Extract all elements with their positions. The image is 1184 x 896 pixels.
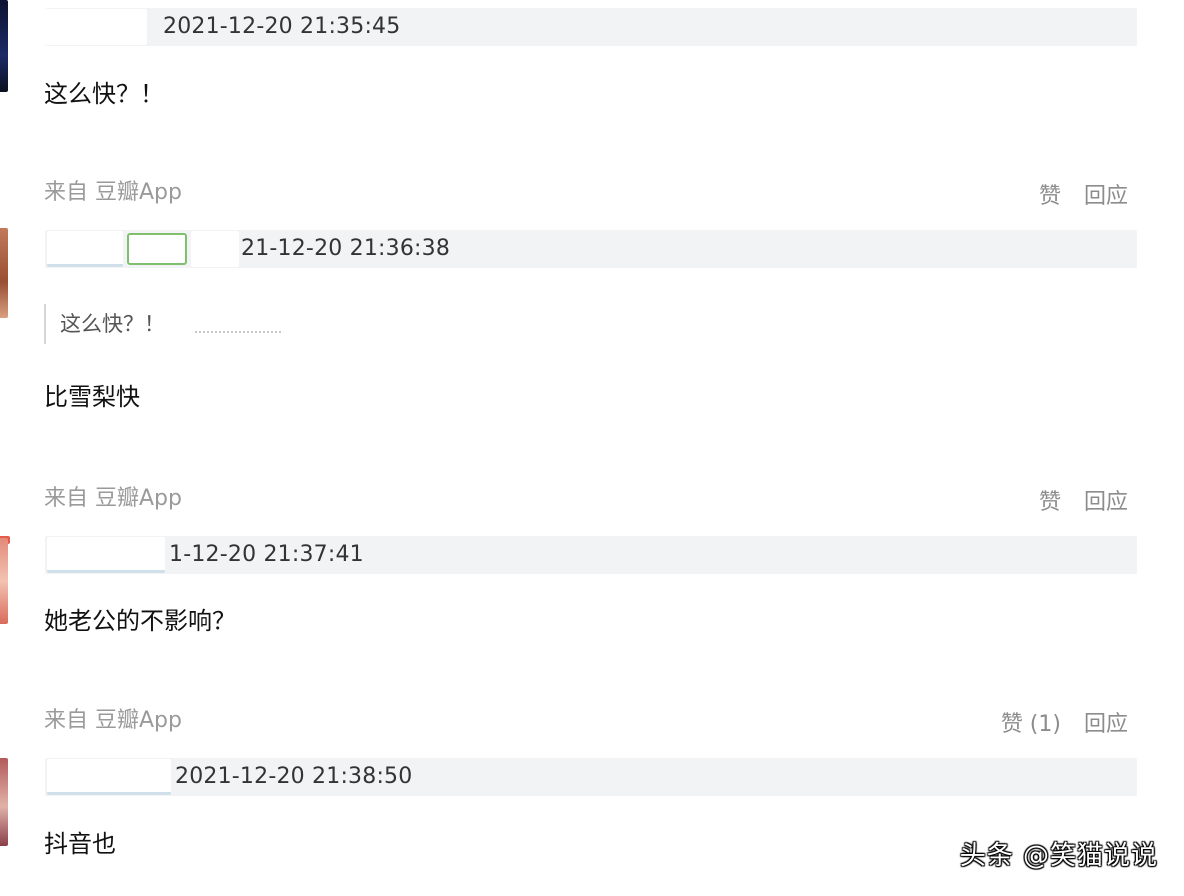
user-badge-redacted [127, 233, 187, 265]
comment-header: 21-12-20 21:36:38 [45, 230, 1137, 268]
avatar[interactable] [0, 0, 8, 92]
username-redacted [47, 759, 171, 795]
comment-actions: 赞 回应 [1023, 182, 1128, 212]
username-redacted [45, 9, 147, 45]
comment-header: 1-12-20 21:37:41 [45, 536, 1137, 574]
like-button[interactable]: 赞 [1039, 490, 1061, 515]
watermark-text: 头条 @笑猫说说 [959, 841, 1158, 871]
quoted-text: 这么快？！ [60, 312, 165, 336]
comment-source: 来自 豆瓣App [44, 486, 182, 511]
comment-header: 2021-12-20 21:38:50 [45, 758, 1137, 796]
comment-text: 她老公的不影响？ [44, 607, 236, 635]
like-button[interactable]: 赞 (1) [1001, 712, 1061, 737]
username-redacted [47, 537, 165, 573]
like-button[interactable]: 赞 [1039, 184, 1061, 209]
comment-timestamp: 2021-12-20 21:35:45 [163, 14, 401, 39]
comment-timestamp: 21-12-20 21:36:38 [241, 236, 451, 261]
username-redacted [47, 231, 123, 267]
reply-button[interactable]: 回应 [1084, 184, 1128, 209]
comment-source: 来自 豆瓣App [44, 708, 182, 733]
quoted-author-redacted [195, 317, 281, 333]
comment-actions: 赞 回应 [1023, 488, 1128, 518]
quoted-comment: 这么快？！ [44, 304, 281, 344]
avatar[interactable] [0, 758, 8, 846]
comment-text: 这么快？！ [44, 80, 164, 108]
avatar[interactable] [0, 228, 8, 318]
reply-button[interactable]: 回应 [1084, 490, 1128, 515]
avatar[interactable] [0, 538, 8, 624]
comment-timestamp: 1-12-20 21:37:41 [169, 542, 364, 567]
comment-source: 来自 豆瓣App [44, 180, 182, 205]
comment-text: 抖音也 [44, 830, 116, 858]
comment-text: 比雪梨快 [44, 383, 140, 411]
reply-button[interactable]: 回应 [1084, 712, 1128, 737]
comment-actions: 赞 (1) 回应 [985, 710, 1128, 740]
comment-header: 2021-12-20 21:35:45 [45, 8, 1137, 46]
comment-timestamp: 2021-12-20 21:38:50 [175, 764, 413, 789]
username-redacted [191, 231, 239, 267]
